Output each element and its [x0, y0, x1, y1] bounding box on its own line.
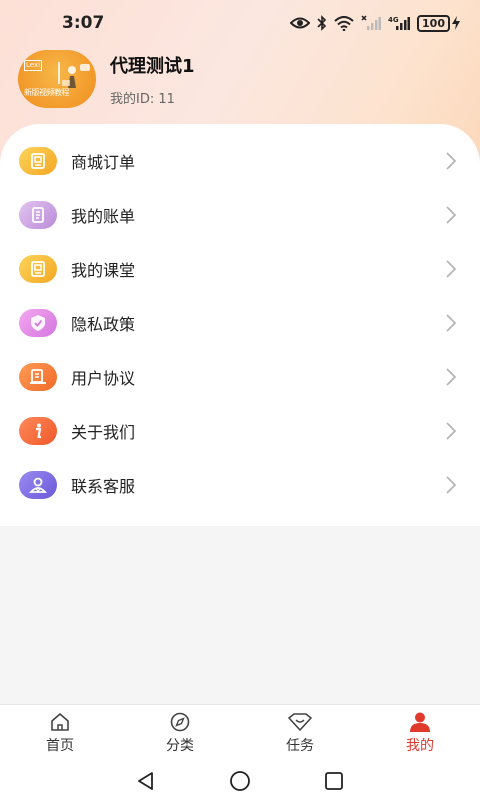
menu-item-mall-orders[interactable]: 商城订单: [0, 134, 480, 188]
menu-item-label: 用户协议: [71, 369, 136, 388]
menu-item-label: 我的账单: [71, 207, 136, 226]
tab-label: 分类: [166, 738, 194, 754]
chevron-right-icon: [446, 368, 456, 386]
menu-item-label: 隐私政策: [71, 315, 136, 334]
agreement-icon: [19, 363, 57, 391]
shield-icon: [19, 309, 57, 337]
status-icons: 4G 100: [290, 14, 460, 32]
profile-section: Lexi 新版视频教程 代理测试1 我的ID: 11: [18, 50, 195, 108]
order-icon: [19, 147, 57, 175]
task-icon: [288, 713, 312, 731]
menu-item-about-us[interactable]: 关于我们: [0, 404, 480, 458]
profile-name: 代理测试1: [110, 55, 195, 77]
tab-label: 首页: [46, 738, 74, 754]
tab-mine[interactable]: 我的: [360, 705, 480, 762]
menu-card: 商城订单 我的账单 我的课堂 隐私政策 用户协议 关于我们 联系客服: [0, 124, 480, 526]
signal-no-sim-icon: [361, 15, 382, 30]
back-icon[interactable]: [136, 771, 156, 791]
charging-icon: [452, 16, 460, 30]
tab-home[interactable]: 首页: [0, 705, 120, 762]
home-icon: [51, 713, 69, 731]
tab-category[interactable]: 分类: [120, 705, 240, 762]
chevron-right-icon: [446, 314, 456, 332]
compass-icon: [170, 712, 190, 732]
chevron-right-icon: [446, 206, 456, 224]
customer-service-icon: [19, 471, 57, 499]
status-bar: 3:07 4G 100: [0, 0, 480, 46]
bottom-tab-bar: 首页 分类 任务 我的: [0, 704, 480, 762]
info-icon: [19, 417, 57, 445]
battery-indicator: 100: [417, 14, 460, 32]
eye-icon: [290, 17, 311, 29]
bluetooth-icon: [317, 15, 327, 31]
wifi-icon: [334, 15, 354, 31]
home-circle-icon[interactable]: [229, 770, 251, 792]
recent-apps-icon[interactable]: [324, 771, 344, 791]
chevron-right-icon: [446, 152, 456, 170]
avatar-caption: 新版视频教程: [24, 88, 70, 97]
profile-id-label: 我的ID:: [110, 91, 155, 107]
signal-4g-icon: 4G: [388, 16, 411, 30]
chevron-right-icon: [446, 260, 456, 278]
menu-item-label: 联系客服: [71, 477, 136, 496]
menu-item-contact-service[interactable]: 联系客服: [0, 458, 480, 512]
system-navigation-bar: [0, 762, 480, 800]
svg-text:4G: 4G: [388, 16, 399, 24]
user-icon: [410, 712, 430, 732]
tab-label: 我的: [406, 738, 434, 754]
bill-icon: [19, 201, 57, 229]
classroom-icon: [19, 255, 57, 283]
menu-item-label: 我的课堂: [71, 261, 136, 280]
avatar-graphic: [58, 62, 90, 88]
menu-item-label: 商城订单: [71, 153, 136, 172]
tab-task[interactable]: 任务: [240, 705, 360, 762]
menu-item-my-bills[interactable]: 我的账单: [0, 188, 480, 242]
profile-id-value: 11: [158, 91, 175, 107]
tab-label: 任务: [286, 738, 314, 754]
chevron-right-icon: [446, 422, 456, 440]
menu-item-my-classroom[interactable]: 我的课堂: [0, 242, 480, 296]
menu-item-user-agreement[interactable]: 用户协议: [0, 350, 480, 404]
avatar[interactable]: Lexi 新版视频教程: [18, 50, 96, 108]
menu-item-label: 关于我们: [71, 423, 136, 442]
menu-item-privacy-policy[interactable]: 隐私政策: [0, 296, 480, 350]
battery-level: 100: [417, 14, 450, 32]
profile-id: 我的ID: 11: [110, 88, 195, 107]
chevron-right-icon: [446, 476, 456, 494]
status-time: 3:07: [62, 13, 105, 33]
profile-text: 代理测试1 我的ID: 11: [110, 52, 195, 107]
